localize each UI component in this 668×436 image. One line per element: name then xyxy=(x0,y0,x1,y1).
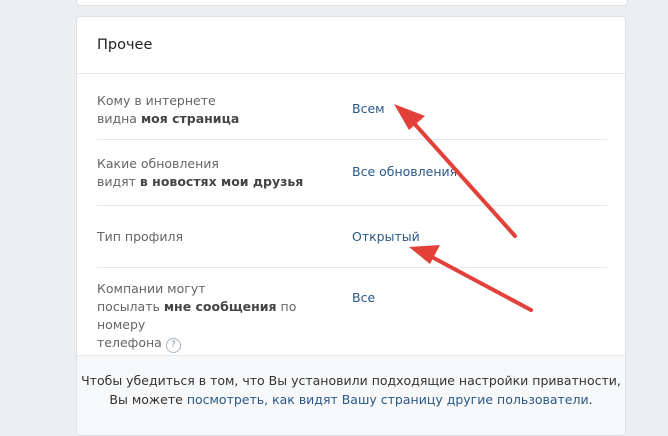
setting-label: Компании могут посылать мне сообщения по… xyxy=(97,280,342,353)
footer-suffix: . xyxy=(588,392,593,407)
footer-prefix: Вы можете xyxy=(109,392,187,407)
label-prefix: видят xyxy=(97,174,140,189)
news-updates-value-link[interactable]: Все обновления xyxy=(352,163,457,181)
footer-text: Чтобы убедиться в том, что Вы установили… xyxy=(77,371,625,409)
company-messages-value-link[interactable]: Все xyxy=(352,289,375,307)
page-visibility-value-link[interactable]: Всем xyxy=(352,100,385,118)
label-prefix: видна xyxy=(97,111,141,126)
label-bold: мне сообщения xyxy=(163,299,277,314)
label-bold: моя страница xyxy=(140,111,240,126)
divider xyxy=(97,205,607,206)
label-line: Кому в интернете xyxy=(97,93,216,108)
section-title: Прочее xyxy=(97,37,153,53)
setting-label: Какие обновления видят в новостях мои др… xyxy=(97,155,342,191)
help-icon[interactable]: ? xyxy=(165,338,181,353)
label-line: Какие обновления xyxy=(97,156,219,171)
previous-card-bottom xyxy=(76,0,628,6)
setting-label: Кому в интернете видна моя страница xyxy=(97,92,342,128)
label-line: телефона xyxy=(97,335,162,350)
label-prefix: посылать xyxy=(97,299,164,314)
divider xyxy=(97,267,607,268)
divider xyxy=(77,73,625,74)
label-bold: в новостях мои друзья xyxy=(139,174,304,189)
label-line: Компании могут xyxy=(97,281,206,296)
view-profile-as-others-link[interactable]: посмотреть, как видят Вашу страницу друг… xyxy=(187,392,589,407)
divider xyxy=(97,139,607,140)
privacy-other-section: Прочее Кому в интернете видна моя страни… xyxy=(76,16,626,436)
privacy-footer: Чтобы убедиться в том, что Вы установили… xyxy=(77,355,625,435)
setting-label: Тип профиля xyxy=(97,229,183,244)
profile-type-value-link[interactable]: Открытый xyxy=(352,228,420,246)
footer-line: Чтобы убедиться в том, что Вы установили… xyxy=(81,373,621,388)
